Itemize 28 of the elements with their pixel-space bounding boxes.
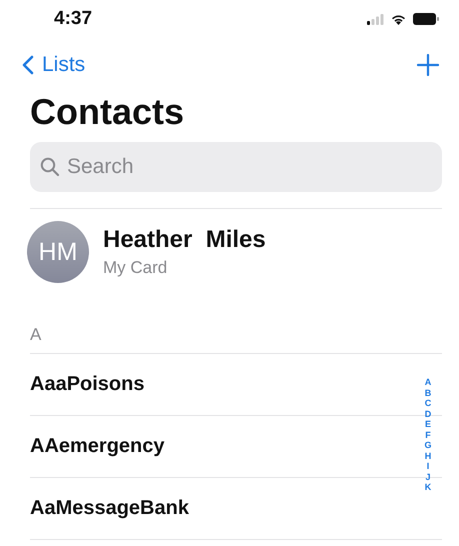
contact-row[interactable]: AAemergency [30,416,390,477]
chevron-left-icon [22,55,34,75]
signal-icon [367,14,384,24]
page-title: Contacts [30,90,186,134]
index-letter[interactable]: K [424,482,432,492]
contact-row[interactable]: AaaPoisons [30,354,390,415]
index-letter[interactable]: E [424,419,431,430]
index-letter[interactable]: B [424,388,432,398]
index-letter[interactable]: G [424,440,432,450]
index-letter[interactable]: F [425,430,431,440]
index-letter[interactable]: D [424,408,432,419]
index-letter[interactable]: A [424,377,432,388]
index-letter[interactable]: I [426,461,430,472]
contact-name: Heather Miles [103,226,266,254]
index-letter[interactable]: J [425,472,430,482]
search-field[interactable]: Search [30,142,442,192]
section-header: A [30,325,42,345]
add-button[interactable] [417,54,439,76]
plus-icon [417,54,439,76]
index-letter[interactable]: H [424,450,432,461]
status-time: 4:37 [54,8,92,30]
wifi-icon [391,14,406,24]
avatar: HM [27,221,89,283]
back-button[interactable]: Lists [22,53,86,77]
contact-row[interactable]: AaMessageBank [30,478,390,539]
my-card-label: My Card [103,258,168,278]
battery-icon [413,13,439,25]
index-letter[interactable]: C [424,398,432,408]
